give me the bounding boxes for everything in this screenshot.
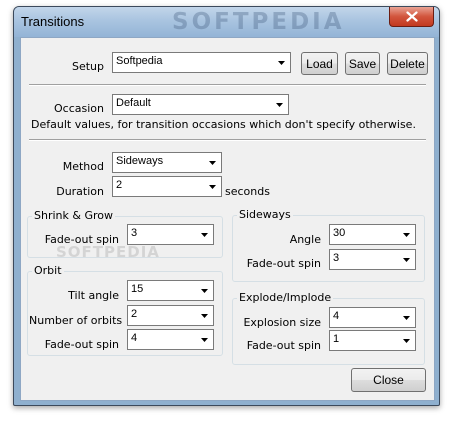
chevron-down-icon[interactable] xyxy=(399,309,414,326)
explode-fadeout-value: 1 xyxy=(333,333,340,345)
setup-combo[interactable]: Softpedia xyxy=(112,52,291,73)
explosion-size-value: 4 xyxy=(333,310,340,322)
chevron-down-icon[interactable] xyxy=(205,178,220,195)
setup-value: Softpedia xyxy=(116,55,163,67)
chevron-down-icon[interactable] xyxy=(197,307,212,324)
angle-value: 30 xyxy=(333,227,346,239)
separator xyxy=(29,139,426,141)
angle-label: Angle xyxy=(289,233,321,246)
occasion-combo[interactable]: Default xyxy=(112,94,289,115)
occasion-description: Default values, for transition occasions… xyxy=(31,118,416,131)
duration-unit: seconds xyxy=(225,185,270,198)
orbit-fadeout-value: 4 xyxy=(131,332,138,344)
shrink-grow-title: Shrink & Grow xyxy=(32,209,115,222)
explode-fadeout-label: Fade-out spin xyxy=(246,339,321,352)
occasion-value: Default xyxy=(116,97,151,109)
sideways-fadeout-combo[interactable]: 3 xyxy=(329,249,416,270)
chevron-down-icon[interactable] xyxy=(197,282,212,299)
window-title: Transitions xyxy=(21,14,85,29)
duration-combo[interactable]: 2 xyxy=(112,176,222,197)
title-watermark: SOFTPEDIA xyxy=(172,9,345,35)
explosion-size-label: Explosion size xyxy=(243,316,321,329)
chevron-down-icon[interactable] xyxy=(197,331,212,348)
load-button[interactable]: Load xyxy=(301,52,338,75)
orbit-fadeout-combo[interactable]: 4 xyxy=(127,329,214,350)
chevron-down-icon[interactable] xyxy=(272,96,287,113)
duration-value: 2 xyxy=(116,179,123,191)
sideways-title: Sideways xyxy=(237,208,293,221)
chevron-down-icon[interactable] xyxy=(205,154,220,171)
transitions-window: Transitions SOFTPEDIA Setup Softpedia Lo… xyxy=(13,6,440,406)
sideways-fadeout-label: Fade-out spin xyxy=(246,257,321,270)
tilt-angle-label: Tilt angle xyxy=(68,289,119,302)
occasion-label: Occasion xyxy=(54,102,104,115)
save-button[interactable]: Save xyxy=(345,52,380,75)
explosion-size-combo[interactable]: 4 xyxy=(329,307,416,328)
tilt-angle-value: 15 xyxy=(131,283,144,295)
setup-label: Setup xyxy=(71,60,104,73)
shrink-grow-fadeout-combo[interactable]: 3 xyxy=(127,224,214,245)
window-close-button[interactable] xyxy=(389,7,434,27)
number-of-orbits-combo[interactable]: 2 xyxy=(127,305,214,326)
chevron-down-icon[interactable] xyxy=(399,226,414,243)
method-value: Sideways xyxy=(116,155,164,167)
method-combo[interactable]: Sideways xyxy=(112,152,222,173)
separator xyxy=(29,84,426,86)
sideways-fadeout-value: 3 xyxy=(333,252,340,264)
close-button[interactable]: Close xyxy=(351,368,426,392)
dialog-client-area: Setup Softpedia Load Save Delete Occasio… xyxy=(20,37,435,401)
angle-combo[interactable]: 30 xyxy=(329,224,416,245)
shrink-grow-fadeout-label: Fade-out spin xyxy=(44,233,119,246)
number-of-orbits-value: 2 xyxy=(131,308,138,320)
method-label: Method xyxy=(62,160,104,173)
orbit-title: Orbit xyxy=(32,264,64,277)
chevron-down-icon[interactable] xyxy=(197,226,212,243)
chevron-down-icon[interactable] xyxy=(399,332,414,349)
chevron-down-icon[interactable] xyxy=(274,54,289,71)
tilt-angle-combo[interactable]: 15 xyxy=(127,280,214,301)
chevron-down-icon[interactable] xyxy=(399,251,414,268)
explode-implode-title: Explode/Implode xyxy=(237,291,334,304)
explode-fadeout-combo[interactable]: 1 xyxy=(329,330,416,351)
orbit-fadeout-label: Fade-out spin xyxy=(44,338,119,351)
close-icon xyxy=(405,11,418,22)
duration-label: Duration xyxy=(56,185,104,198)
shrink-grow-fadeout-value: 3 xyxy=(131,227,138,239)
title-bar[interactable]: Transitions SOFTPEDIA xyxy=(14,7,439,37)
number-of-orbits-label: Number of orbits xyxy=(29,314,123,327)
delete-button[interactable]: Delete xyxy=(387,52,428,75)
